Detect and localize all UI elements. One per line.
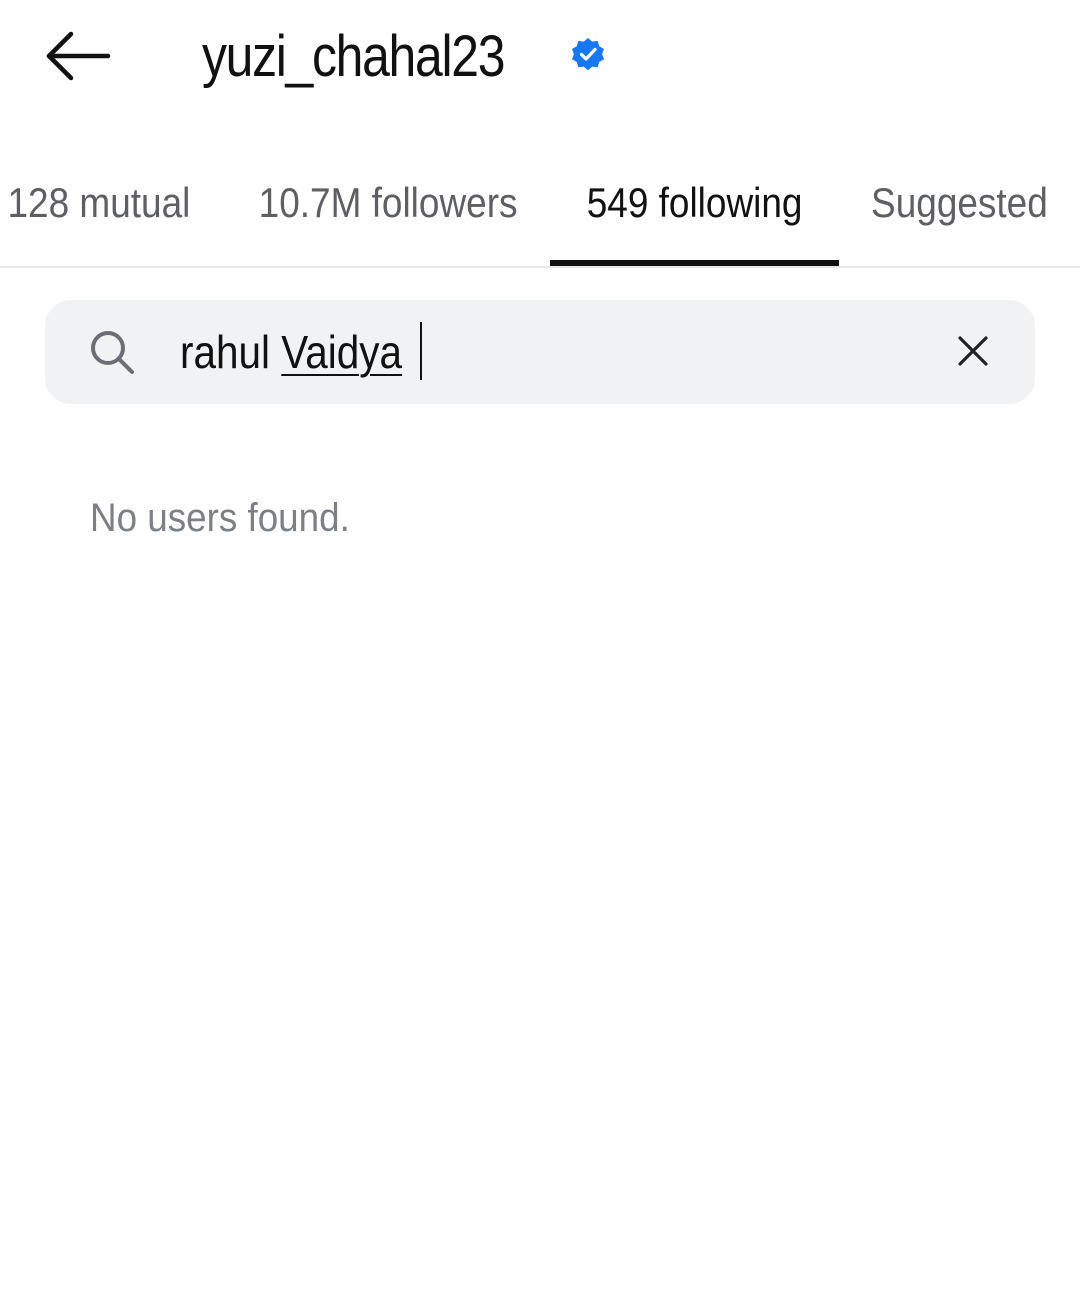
tab-suggested-label: Suggested [870, 178, 1048, 226]
tab-followers-label: 10.7M followers [258, 178, 518, 226]
profile-title: yuzi_chahal23 [202, 18, 553, 94]
top-bar: yuzi_chahal23 [0, 0, 1080, 110]
tab-followers[interactable]: 10.7M followers [240, 140, 536, 265]
tab-mutual-label: 128 mutual [7, 178, 191, 226]
tab-following-label: 549 following [586, 178, 803, 226]
search-icon [91, 331, 134, 374]
tab-mutual[interactable]: 128 mutual [0, 140, 198, 265]
close-icon[interactable] [950, 328, 996, 374]
verified-badge-icon [572, 38, 604, 71]
back-button[interactable] [36, 20, 120, 92]
tab-bar: 128 mutual 10.7M followers 549 following… [0, 140, 1080, 268]
search-text-composing: Vaidya [281, 326, 403, 378]
empty-state-message: No users found. [90, 496, 372, 541]
following-screen: yuzi_chahal23 128 mutual 10.7M followers… [0, 0, 1080, 1304]
username-title: yuzi_chahal23 [202, 23, 505, 89]
text-cursor [420, 322, 422, 380]
search-input-value: rahul Vaidya [180, 325, 402, 379]
empty-state-text: No users found. [90, 496, 350, 540]
tabs-divider [0, 266, 1080, 268]
tab-following[interactable]: 549 following [550, 140, 839, 265]
search-input[interactable]: rahul Vaidya [180, 320, 432, 384]
arrow-left-icon [46, 31, 111, 81]
search-text-prefix: rahul [180, 326, 282, 378]
tab-suggested[interactable]: Suggested [862, 140, 1056, 265]
